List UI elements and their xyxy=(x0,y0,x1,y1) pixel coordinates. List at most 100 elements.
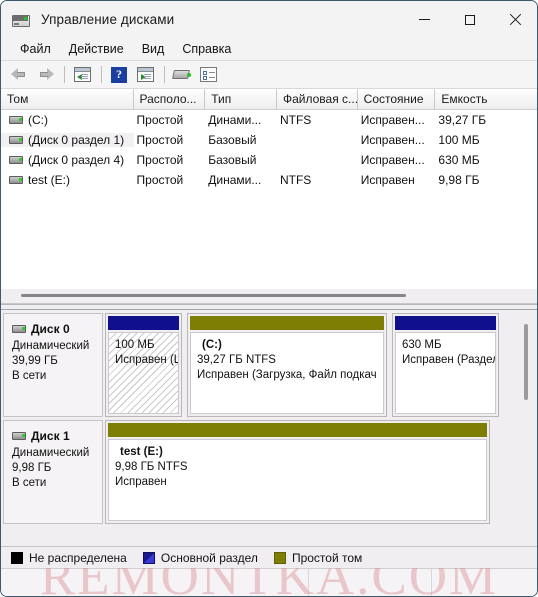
vertical-scrollbar[interactable] xyxy=(521,312,535,544)
show-hide-console-tree-button[interactable] xyxy=(70,64,94,86)
volume-type-cell: Динами... xyxy=(208,113,262,127)
toolbar-separator xyxy=(164,66,165,83)
column-header-layout[interactable]: Располо... xyxy=(133,89,206,109)
column-header-status[interactable]: Состояние xyxy=(357,89,436,109)
partition-block[interactable]: 630 МБ Исправен (Раздел в xyxy=(392,313,499,417)
close-button[interactable] xyxy=(492,1,537,38)
column-header-capacity[interactable]: Емкость xyxy=(435,89,537,109)
partition-block[interactable]: 100 МБ Исправен (Ш xyxy=(105,313,182,417)
legend-label: Не распределена xyxy=(29,550,127,565)
table-row[interactable]: (Диск 0 раздел 1) Простой Базовый Исправ… xyxy=(1,130,537,150)
volume-list-header: Том Располо... Тип Файловая с... Состоян… xyxy=(1,89,537,110)
partition-color-bar xyxy=(108,423,487,437)
table-row[interactable]: test (E:) Простой Динами... NTFS Исправе… xyxy=(1,170,537,190)
volume-filesystem-cell: NTFS xyxy=(279,113,312,127)
partition-status-label: Исправен (Ш xyxy=(115,354,179,366)
table-row[interactable]: (C:) Простой Динами... NTFS Исправен... … xyxy=(1,110,537,130)
disk-title: Диск 1 xyxy=(12,429,102,443)
volume-name-label: (Диск 0 раздел 1) xyxy=(28,133,125,147)
disk-status-label: В сети xyxy=(12,477,47,489)
volume-name-cell: (Диск 0 раздел 4) xyxy=(1,153,134,167)
window-title: Управление дисками xyxy=(41,12,175,27)
disk-status-label: В сети xyxy=(12,370,47,382)
legend-item-primary-partition: Основной раздел xyxy=(142,550,258,565)
partition-block[interactable]: (C:) 39,27 ГБ NTFS Исправен (Загрузка, Ф… xyxy=(187,313,387,417)
back-button[interactable] xyxy=(7,64,31,86)
unallocated-swatch-icon xyxy=(11,551,23,564)
graphical-view-pane: Диск 0 Динамический 39,99 ГБ В сети 100 … xyxy=(1,310,537,546)
forward-arrow-icon xyxy=(37,68,54,81)
rescan-disks-button[interactable] xyxy=(170,64,194,86)
legend-item-unallocated: Не распределена xyxy=(11,551,127,565)
volume-name-cell: (Диск 0 раздел 1) xyxy=(1,133,134,147)
minimize-button[interactable] xyxy=(402,1,447,38)
close-icon xyxy=(509,14,521,26)
partition-name-label: (C:) xyxy=(202,339,222,351)
primary-partition-swatch-icon xyxy=(142,551,155,564)
window-controls xyxy=(402,1,537,38)
volume-list-pane: Том Располо... Тип Файловая с... Состоян… xyxy=(1,89,537,304)
forward-button[interactable] xyxy=(33,64,57,86)
partition-status-label: Исправен (Загрузка, Файл подкач xyxy=(197,369,377,381)
menu-item-action[interactable]: Действие xyxy=(60,40,133,58)
minimize-icon xyxy=(419,19,430,20)
volume-status-cell: Исправен... xyxy=(360,113,425,127)
disk-row: Диск 1 Динамический 9,98 ГБ В сети test … xyxy=(3,420,535,524)
partition-status-label: Исправен (Раздел в xyxy=(402,354,496,366)
column-header-filesystem[interactable]: Файловая с... xyxy=(276,89,358,109)
volume-type-cell: Базовый xyxy=(208,133,257,147)
disk-size-label: 39,99 ГБ xyxy=(12,355,58,367)
volume-type-cell: Базовый xyxy=(208,153,257,167)
column-header-type[interactable]: Тип xyxy=(205,89,277,109)
rescan-disks-icon xyxy=(171,68,192,81)
volume-drive-icon xyxy=(9,116,23,124)
partition-details: 630 МБ Исправен (Раздел в xyxy=(395,332,496,414)
legend-label: Основной раздел xyxy=(160,550,258,565)
menu-item-help[interactable]: Справка xyxy=(173,40,240,58)
back-arrow-icon xyxy=(10,68,28,81)
partition-size-label: 630 МБ xyxy=(402,339,442,351)
legend: Не распределена Основной раздел Простой … xyxy=(1,546,537,568)
partition-details: 100 МБ Исправен (Ш xyxy=(108,332,179,414)
help-button[interactable]: ? xyxy=(107,64,131,86)
volume-status-cell: Исправен... xyxy=(360,133,425,147)
menu-item-file[interactable]: Файл xyxy=(11,40,60,58)
horizontal-scrollbar[interactable] xyxy=(1,289,537,303)
disk-info-panel[interactable]: Диск 1 Динамический 9,98 ГБ В сети xyxy=(3,420,103,524)
horizontal-scrollbar-thumb[interactable] xyxy=(21,294,406,297)
show-action-pane-button[interactable] xyxy=(133,64,157,86)
volume-name-cell: test (E:) xyxy=(1,173,134,187)
disk-management-window: Управление дисками Файл Действие Вид Спр… xyxy=(0,0,538,597)
properties-button[interactable] xyxy=(196,64,220,86)
partition-size-label: 39,27 ГБ NTFS xyxy=(197,354,276,366)
volume-drive-icon xyxy=(9,136,23,144)
disk-drive-icon xyxy=(12,432,26,440)
partition-color-bar xyxy=(108,316,179,330)
table-row[interactable]: (Диск 0 раздел 4) Простой Базовый Исправ… xyxy=(1,150,537,170)
menu-item-view[interactable]: Вид xyxy=(133,40,174,58)
show-hide-console-tree-icon xyxy=(73,67,91,82)
toolbar-separator xyxy=(101,66,102,83)
status-bar xyxy=(1,568,537,596)
disk-info-panel[interactable]: Диск 0 Динамический 39,99 ГБ В сети xyxy=(3,313,103,417)
title-bar: Управление дисками xyxy=(1,1,537,38)
volume-capacity-cell: 630 МБ xyxy=(438,153,480,167)
volume-drive-icon xyxy=(9,156,23,164)
simple-volume-swatch-icon xyxy=(273,551,286,564)
maximize-button[interactable] xyxy=(447,1,492,38)
volume-type-cell: Динами... xyxy=(208,173,262,187)
volume-layout-cell: Простой xyxy=(136,173,184,187)
volume-filesystem-cell: NTFS xyxy=(279,173,312,187)
partition-status-label: Исправен xyxy=(115,476,167,488)
volume-name-label: test (E:) xyxy=(28,173,71,187)
partition-color-bar xyxy=(395,316,496,330)
column-header-volume[interactable]: Том xyxy=(1,89,134,109)
volume-status-cell: Исправен xyxy=(360,173,415,187)
volume-name-label: (C:) xyxy=(28,113,48,127)
partition-size-label: 9,98 ГБ NTFS xyxy=(115,461,188,473)
volume-capacity-cell: 9,98 ГБ xyxy=(438,173,480,187)
vertical-scrollbar-thumb[interactable] xyxy=(524,324,528,400)
volume-name-label: (Диск 0 раздел 4) xyxy=(28,153,125,167)
partition-color-bar xyxy=(190,316,384,330)
partition-block[interactable]: test (E:) 9,98 ГБ NTFS Исправен xyxy=(105,420,490,524)
